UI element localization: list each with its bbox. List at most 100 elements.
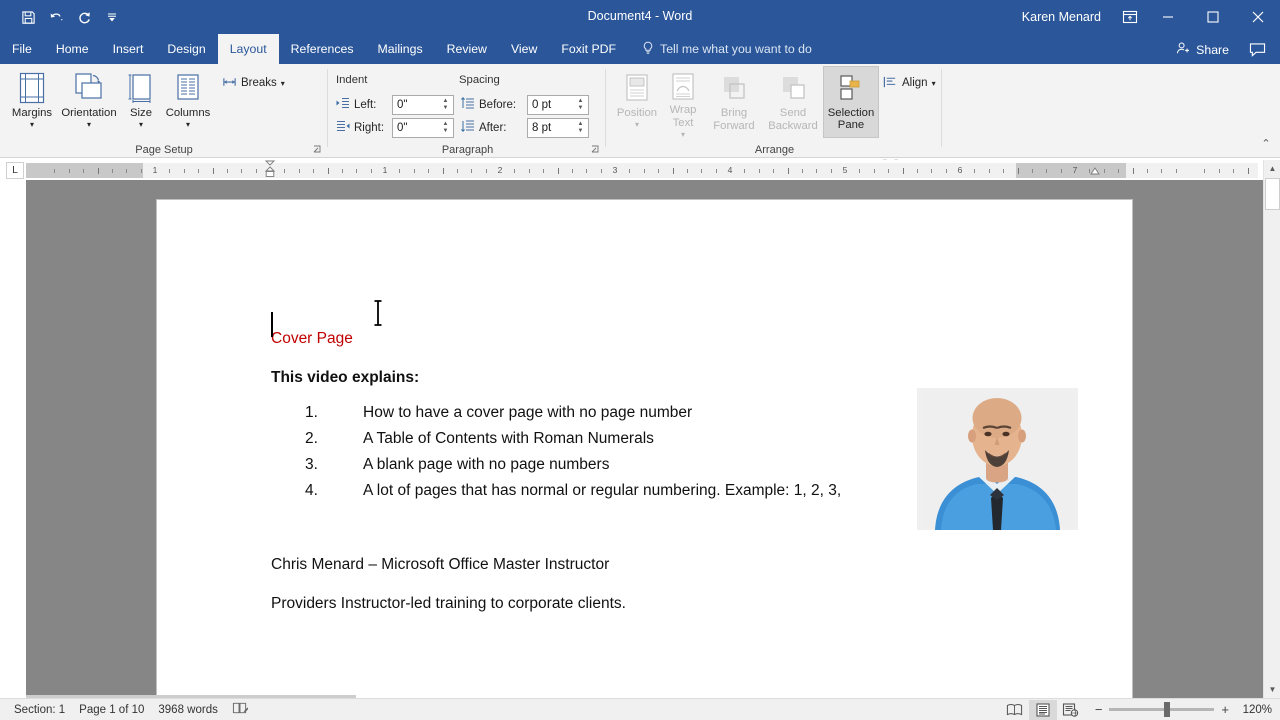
close-button[interactable] — [1235, 0, 1280, 34]
customize-qat-button[interactable] — [98, 4, 126, 30]
ruler-tick — [126, 169, 127, 173]
tab-insert[interactable]: Insert — [101, 34, 156, 64]
redo-button[interactable] — [70, 4, 98, 30]
chevron-down-icon: ▾ — [931, 78, 936, 88]
breaks-button[interactable]: Breaks ▾ — [220, 72, 287, 94]
columns-button[interactable]: Columns ▾ — [162, 67, 214, 139]
align-button[interactable]: Align ▾ — [881, 72, 938, 94]
bring-forward-button[interactable]: Bring Forward — [705, 67, 763, 139]
tab-design[interactable]: Design — [155, 34, 217, 64]
selection-pane-label: Selection Pane — [827, 107, 875, 132]
tab-mailings[interactable]: Mailings — [366, 34, 435, 64]
position-button[interactable]: Position ▾ — [611, 67, 663, 139]
ruler-tick — [1161, 169, 1162, 173]
ruler-tick — [356, 169, 357, 173]
tell-me-label: Tell me what you want to do — [660, 42, 812, 56]
vertical-scrollbar[interactable]: ▲ ▼ — [1263, 160, 1280, 698]
share-button[interactable]: Share — [1168, 38, 1237, 61]
ruler-tick — [328, 168, 329, 174]
zoom-in-button[interactable]: + — [1221, 702, 1229, 717]
status-word-count[interactable]: 3968 words — [158, 704, 217, 716]
ruler-tick — [299, 169, 300, 173]
wrap-text-button[interactable]: Wrap Text ▾ — [661, 67, 705, 139]
spacing-before-input[interactable]: 0 pt ▲ ▼ — [527, 94, 589, 115]
maximize-button[interactable] — [1190, 0, 1235, 34]
horizontal-ruler[interactable]: 1 1 2 3 4 5 6 7 — [26, 160, 1258, 180]
indent-left-stepper[interactable]: ▲ ▼ — [439, 96, 452, 114]
scroll-down-arrow[interactable]: ▼ — [1264, 681, 1280, 698]
spacing-after-field[interactable]: After: 8 pt ▲ ▼ — [461, 117, 589, 138]
collapse-ribbon-button[interactable]: ⌃ — [1258, 136, 1274, 152]
comments-button[interactable] — [1241, 40, 1274, 59]
ruler-number: 1 — [152, 165, 158, 175]
right-indent-marker[interactable] — [1090, 164, 1100, 180]
scrollbar-thumb[interactable] — [1265, 178, 1280, 210]
text-caret — [271, 312, 273, 337]
proofing-status-icon[interactable] — [232, 701, 249, 718]
spacing-sublabel: Spacing — [459, 74, 500, 86]
send-backward-icon — [779, 70, 807, 106]
ruler-tick — [989, 169, 990, 173]
arrange-group-label: Arrange — [754, 144, 795, 156]
status-section[interactable]: Section: 1 — [14, 704, 65, 716]
tab-file[interactable]: File — [0, 34, 44, 64]
spacing-after-input[interactable]: 8 pt ▲ ▼ — [527, 117, 589, 138]
tab-home[interactable]: Home — [44, 34, 101, 64]
indent-right-stepper[interactable]: ▲ ▼ — [439, 119, 452, 137]
spacing-after-stepper[interactable]: ▲ ▼ — [574, 119, 587, 137]
title-bar: Document4 - Word Karen Menard — [0, 0, 1280, 34]
ruler-tick — [1248, 168, 1249, 174]
status-page[interactable]: Page 1 of 10 — [79, 704, 144, 716]
columns-label: Columns — [165, 107, 211, 119]
ruler-tick — [256, 169, 257, 173]
indent-left-field[interactable]: Left: 0" ▲ ▼ — [336, 94, 454, 115]
ruler-tick — [514, 169, 515, 173]
margins-button[interactable]: Margins ▾ — [4, 67, 60, 139]
document-canvas[interactable]: Cover Page This video explains: 1. How t… — [0, 180, 1280, 720]
spacing-before-stepper[interactable]: ▲ ▼ — [574, 96, 587, 114]
list-item-text: A blank page with no page numbers — [363, 456, 610, 473]
ruler-tick — [543, 169, 544, 173]
minimize-button[interactable] — [1145, 0, 1190, 34]
paragraph-dialog-launcher[interactable] — [591, 145, 602, 156]
undo-button[interactable] — [42, 4, 70, 30]
ruler-tick — [486, 169, 487, 173]
portrait-photo[interactable] — [917, 388, 1078, 530]
zoom-out-button[interactable]: − — [1095, 702, 1103, 717]
zoom-level[interactable]: 120% — [1236, 704, 1272, 716]
orientation-button[interactable]: Orientation ▾ — [58, 67, 120, 139]
send-backward-button[interactable]: Send Backward — [763, 67, 823, 139]
zoom-slider-thumb[interactable] — [1164, 702, 1171, 717]
ruler-tick — [443, 168, 444, 174]
tell-me-search[interactable]: Tell me what you want to do — [628, 34, 822, 64]
ruler-tick — [946, 169, 947, 173]
first-line-indent-marker[interactable] — [264, 160, 276, 177]
web-layout-button[interactable] — [1057, 700, 1085, 720]
paragraph-group-label: Paragraph — [441, 144, 494, 156]
ribbon-tabs: File Home Insert Design Layout Reference… — [0, 34, 1280, 64]
tab-review[interactable]: Review — [435, 34, 499, 64]
spacing-before-field[interactable]: Before: 0 pt ▲ ▼ — [461, 94, 589, 115]
status-bar: Section: 1 Page 1 of 10 3968 words − + 1 — [0, 698, 1280, 720]
orientation-label: Orientation — [61, 107, 117, 119]
selection-pane-button[interactable]: Selection Pane — [823, 66, 879, 138]
size-button[interactable]: Size ▾ — [120, 67, 162, 139]
tab-layout[interactable]: Layout — [217, 34, 279, 64]
page-setup-dialog-launcher[interactable] — [313, 145, 324, 156]
tab-selector[interactable]: L — [6, 162, 24, 179]
read-mode-button[interactable] — [1001, 700, 1029, 720]
tab-view[interactable]: View — [499, 34, 549, 64]
ribbon-group-arrange: Position ▾ Wrap Text ▾ Bring Forward Sen… — [607, 64, 944, 196]
indent-left-input[interactable]: 0" ▲ ▼ — [392, 94, 454, 115]
save-button[interactable] — [14, 4, 42, 30]
ribbon-display-options-icon[interactable] — [1115, 2, 1145, 32]
zoom-slider[interactable] — [1109, 702, 1215, 717]
print-layout-button[interactable] — [1028, 699, 1057, 720]
indent-right-input[interactable]: 0" ▲ ▼ — [392, 117, 454, 138]
scroll-up-arrow[interactable]: ▲ — [1264, 160, 1280, 177]
portrait-photo-image — [917, 388, 1078, 530]
tab-references[interactable]: References — [279, 34, 366, 64]
indent-right-field[interactable]: Right: 0" ▲ ▼ — [336, 117, 454, 138]
tab-foxit-pdf[interactable]: Foxit PDF — [549, 34, 628, 64]
user-name[interactable]: Karen Menard — [1022, 10, 1101, 24]
